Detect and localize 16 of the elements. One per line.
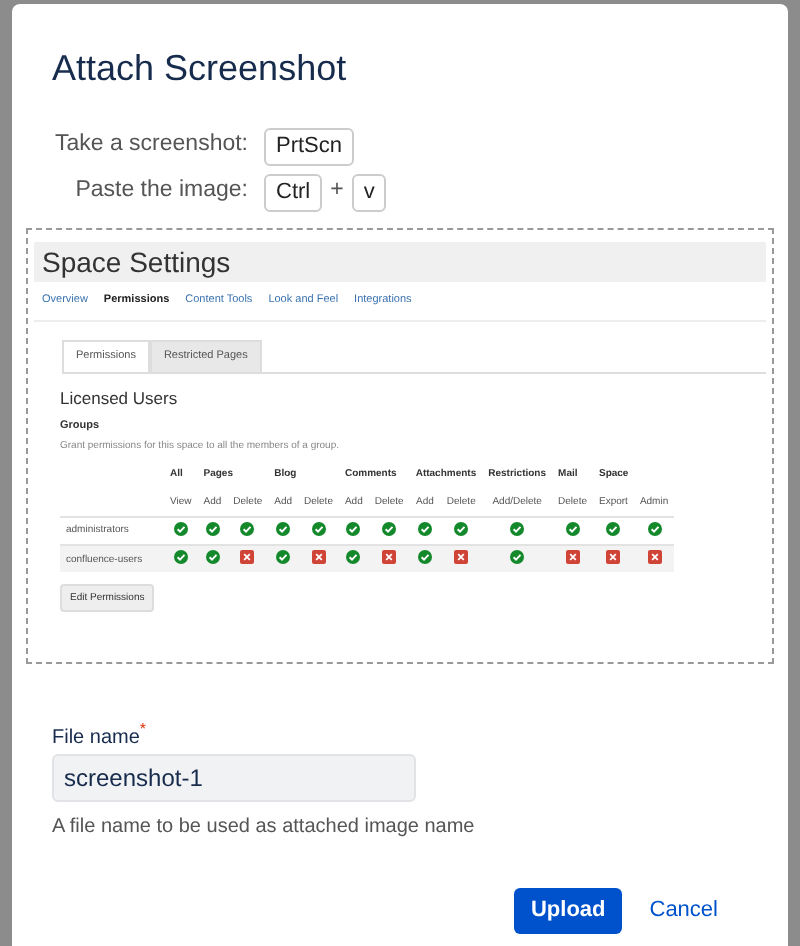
required-mark: *	[139, 719, 147, 738]
drop-area[interactable]	[26, 227, 774, 664]
upload-button[interactable]: Upload	[514, 887, 622, 935]
preview-title: Space Settings	[34, 241, 766, 283]
keyboard-key: v	[351, 173, 387, 212]
file-name-field[interactable]: screenshot-1	[52, 753, 416, 802]
keyboard-key: PrtScn	[264, 127, 355, 166]
plus-sign: +	[330, 178, 344, 206]
keyboard-key: Ctrl	[264, 173, 323, 212]
field-label: File name$^{*}$	[52, 719, 149, 750]
cancel-link[interactable]: Cancel	[649, 897, 718, 925]
help-text: A file name to be used as attached image name	[52, 815, 477, 840]
shortcut-label: Take a screenshot:	[52, 132, 248, 160]
shortcut-label: Paste the image:	[73, 178, 248, 206]
dialog-title: Attach Screenshot	[52, 48, 349, 92]
section-heading: Licensed Users	[60, 387, 180, 408]
